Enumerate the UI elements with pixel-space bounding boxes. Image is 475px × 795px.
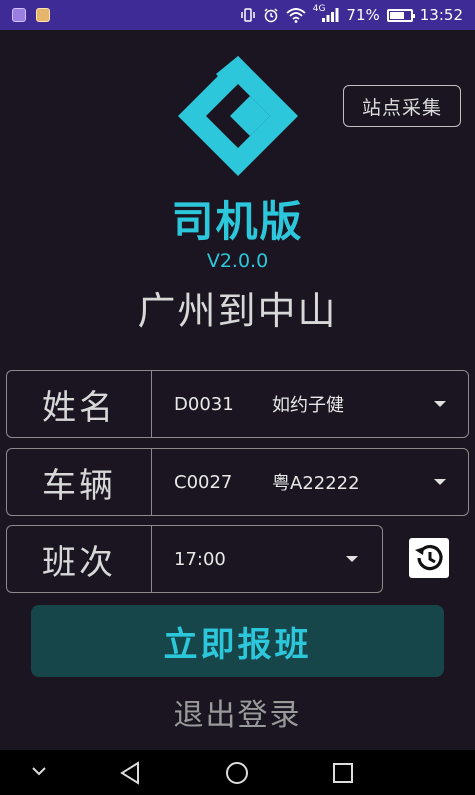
driver-name-row: 姓名 D0031 如约子健 <box>6 370 469 438</box>
alarm-icon <box>263 7 279 23</box>
battery-percent: 71% <box>346 6 380 24</box>
driver-code: D0031 <box>174 393 234 415</box>
chevron-down-icon[interactable] <box>30 764 48 778</box>
vehicle-code: C0027 <box>174 471 233 493</box>
app-screen: 站点采集 司机版 V2.0.0 广州到中山 姓名 D0031 如约子健 车辆 C… <box>0 30 475 750</box>
dropdown-arrow-icon <box>434 401 446 407</box>
home-icon[interactable] <box>224 760 250 786</box>
vehicle-plate: 粤A22222 <box>272 473 360 494</box>
gallery-icon <box>12 8 26 22</box>
navigation-bar <box>0 750 475 795</box>
history-icon[interactable] <box>409 538 449 578</box>
shift-value: 17:00 <box>174 548 226 570</box>
app-icon <box>36 8 50 22</box>
driver-name-value: 如约子健 <box>272 395 344 416</box>
driver-name-label: 姓名 <box>6 370 151 438</box>
recents-icon[interactable] <box>331 761 355 785</box>
back-icon[interactable] <box>118 760 144 786</box>
report-shift-button[interactable]: 立即报班 <box>31 605 444 677</box>
dropdown-arrow-icon <box>346 556 358 562</box>
status-bar: 4G 71% 13:52 <box>0 0 475 30</box>
driver-name-dropdown[interactable]: D0031 如约子健 <box>151 370 469 438</box>
app-title: 司机版 <box>171 197 304 246</box>
signal-icon: 4G <box>313 4 340 23</box>
shift-dropdown[interactable]: 17:00 <box>151 525 383 593</box>
clock: 13:52 <box>419 6 463 24</box>
vibrate-icon <box>240 7 256 23</box>
logout-button[interactable]: 退出登录 <box>0 690 475 734</box>
site-collect-button[interactable]: 站点采集 <box>343 85 461 127</box>
version-label: V2.0.0 <box>206 250 269 272</box>
wifi-icon <box>286 7 306 23</box>
vehicle-dropdown[interactable]: C0027 粤A22222 <box>151 448 469 516</box>
battery-icon <box>386 8 415 22</box>
diamond-logo-icon <box>176 54 300 178</box>
dropdown-arrow-icon <box>434 479 446 485</box>
vehicle-row: 车辆 C0027 粤A22222 <box>6 448 469 516</box>
route-label: 广州到中山 <box>137 289 338 333</box>
vehicle-label: 车辆 <box>6 448 151 516</box>
shift-label: 班次 <box>6 525 151 593</box>
shift-row: 班次 17:00 <box>6 525 383 593</box>
